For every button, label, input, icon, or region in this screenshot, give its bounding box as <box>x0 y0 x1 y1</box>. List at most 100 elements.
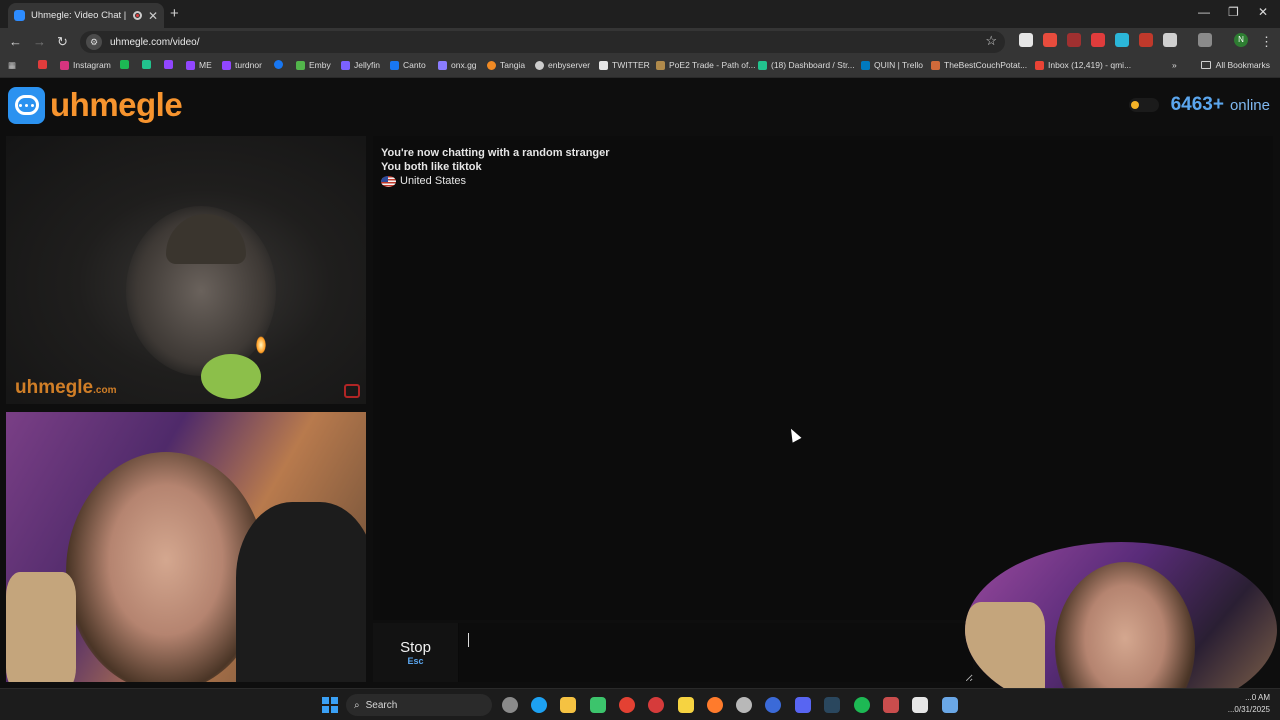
discord-icon[interactable] <box>795 697 811 713</box>
bookmark-item[interactable]: TWITTER <box>599 60 650 70</box>
chat-bubble-logo-icon <box>8 86 45 124</box>
system-message: You're now chatting with a random strang… <box>381 147 610 159</box>
reload-icon[interactable]: ↻ <box>57 34 68 50</box>
site-logo[interactable]: uhmegle <box>8 86 183 124</box>
extension-translate-icon[interactable] <box>1115 33 1129 47</box>
spotify-icon[interactable] <box>854 697 870 713</box>
app-icon[interactable] <box>883 697 899 713</box>
bookmark-item[interactable]: ME <box>186 60 212 70</box>
bookmark-favicon-icon <box>60 60 69 70</box>
forward-arrow-icon[interactable]: → <box>33 34 46 49</box>
bookmark-item[interactable]: Jellyfin <box>341 60 380 70</box>
app-icon[interactable] <box>736 697 752 713</box>
twitch-icon <box>186 60 195 70</box>
dashboard-icon <box>758 60 767 70</box>
firefox-icon[interactable] <box>707 697 723 713</box>
all-bookmarks-button[interactable]: All Bookmarks <box>1200 60 1270 70</box>
restore-button[interactable]: ❐ <box>1228 5 1239 19</box>
message-input[interactable] <box>463 623 973 682</box>
poe-icon <box>656 60 665 70</box>
sticky-notes-icon[interactable] <box>678 697 694 713</box>
window-close-button[interactable]: ✕ <box>1258 5 1268 19</box>
extensions-puzzle-icon[interactable] <box>1163 33 1177 47</box>
steam-icon[interactable] <box>824 697 840 713</box>
windows-start-icon[interactable] <box>322 697 338 713</box>
extension-fox-icon[interactable] <box>1043 33 1057 47</box>
online-label: online <box>1229 96 1270 114</box>
report-flag-icon[interactable] <box>344 384 360 398</box>
bookmark-youtube[interactable] <box>38 60 47 69</box>
bookmark-item[interactable] <box>120 60 129 69</box>
twitch-icon <box>164 60 173 69</box>
x-twitter-icon <box>599 60 608 70</box>
apps-grid-icon[interactable]: ▦ <box>8 60 16 71</box>
bookmark-item[interactable]: Tangia <box>487 60 525 70</box>
common-interest-message: You both like tiktok <box>381 161 482 173</box>
stranger-country: United States <box>381 175 1265 187</box>
bookmark-item[interactable] <box>274 60 283 69</box>
bookmark-item[interactable]: QUIN | Trello <box>861 60 923 70</box>
youtube-icon <box>38 60 47 69</box>
uhmegle-favicon-icon <box>14 10 25 21</box>
app-icon[interactable] <box>765 697 781 713</box>
notepad-icon[interactable] <box>942 697 958 713</box>
capcut-icon[interactable] <box>912 697 928 713</box>
bookmark-item[interactable]: Instagram <box>60 60 111 70</box>
video-watermark: uhmegle.com <box>15 377 117 398</box>
recording-indicator-icon <box>132 11 142 20</box>
text-caret <box>468 633 469 647</box>
tab-strip: Uhmegle: Video Chat | Ran ✕ + — ❐ ✕ <box>0 0 1280 28</box>
red-app-icon[interactable] <box>648 697 664 713</box>
extension-k-icon[interactable] <box>1019 33 1033 47</box>
stop-label: Stop <box>400 639 431 656</box>
system-clock[interactable]: ...0 AM ...0/31/2025 <box>1228 692 1270 716</box>
chrome-icon[interactable] <box>619 697 635 713</box>
task-view-icon[interactable] <box>502 697 518 713</box>
address-bar[interactable]: ⚙ uhmegle.com/video/ ☆ <box>80 31 1005 53</box>
bookmark-item[interactable]: Emby <box>296 60 331 70</box>
bookmark-item[interactable]: (18) Dashboard / Str... <box>758 60 855 70</box>
online-count: 6463+ <box>1170 94 1224 115</box>
back-arrow-icon[interactable]: ← <box>9 34 22 49</box>
bookmarks-bar: ▦ Instagram ME turdnor Emby Jellyfin Can… <box>0 56 1280 78</box>
stop-button[interactable]: Stop Esc <box>373 623 459 682</box>
bookmark-item[interactable]: TheBestCouchPotat... <box>931 60 1027 70</box>
minimize-button[interactable]: — <box>1198 5 1210 19</box>
bookmark-item[interactable]: Canto <box>390 60 426 70</box>
jellyfin-icon <box>341 60 350 70</box>
chat-controls: Stop Esc <box>373 623 973 682</box>
bookmark-star-icon[interactable]: ☆ <box>985 33 997 49</box>
new-tab-button[interactable]: + <box>170 5 179 22</box>
stranger-video: uhmegle.com <box>6 136 366 404</box>
facebook-icon <box>274 60 283 69</box>
bookmark-item[interactable]: enbyserver <box>535 60 590 70</box>
bookmark-item[interactable]: turdnor <box>222 60 262 70</box>
bookmark-item[interactable] <box>142 60 151 69</box>
theme-toggle[interactable] <box>1128 98 1159 112</box>
bookmark-item[interactable]: onx.gg <box>438 60 477 70</box>
bookmark-item[interactable]: Inbox (12,419) - qmi... <box>1035 60 1131 70</box>
bookmark-item[interactable]: PoE2 Trade - Path of... <box>656 60 755 70</box>
profile-avatar[interactable]: N <box>1234 33 1248 47</box>
tab-title: Uhmegle: Video Chat | Ran <box>31 10 127 21</box>
extension-youtube-icon[interactable] <box>1091 33 1105 47</box>
search-icon: ⌕ <box>354 699 360 711</box>
menu-kebab-icon[interactable]: ⋮ <box>1260 34 1273 50</box>
extension-red-icon[interactable] <box>1139 33 1153 47</box>
bookmark-item[interactable] <box>164 60 173 69</box>
extension-record-icon[interactable] <box>1067 33 1081 47</box>
edge-icon[interactable] <box>531 697 547 713</box>
self-video <box>6 412 366 682</box>
online-indicator: 6463+ online <box>1128 94 1270 116</box>
file-explorer-icon[interactable] <box>560 697 576 713</box>
play-app-icon[interactable] <box>590 697 606 713</box>
browser-toolbar: ← → ↻ ⚙ uhmegle.com/video/ ☆ N ⋮ <box>0 28 1280 56</box>
bookmark-favicon-icon <box>142 60 151 69</box>
bookmarks-overflow-icon[interactable]: » <box>1172 60 1177 70</box>
taskbar-search[interactable]: ⌕ Search <box>346 694 492 716</box>
browser-tab[interactable]: Uhmegle: Video Chat | Ran ✕ <box>8 3 164 28</box>
tab-close-icon[interactable]: ✕ <box>148 9 158 23</box>
side-panel-icon[interactable] <box>1198 33 1212 47</box>
url-text[interactable]: uhmegle.com/video/ <box>110 37 200 48</box>
site-info-icon[interactable]: ⚙ <box>86 34 102 50</box>
